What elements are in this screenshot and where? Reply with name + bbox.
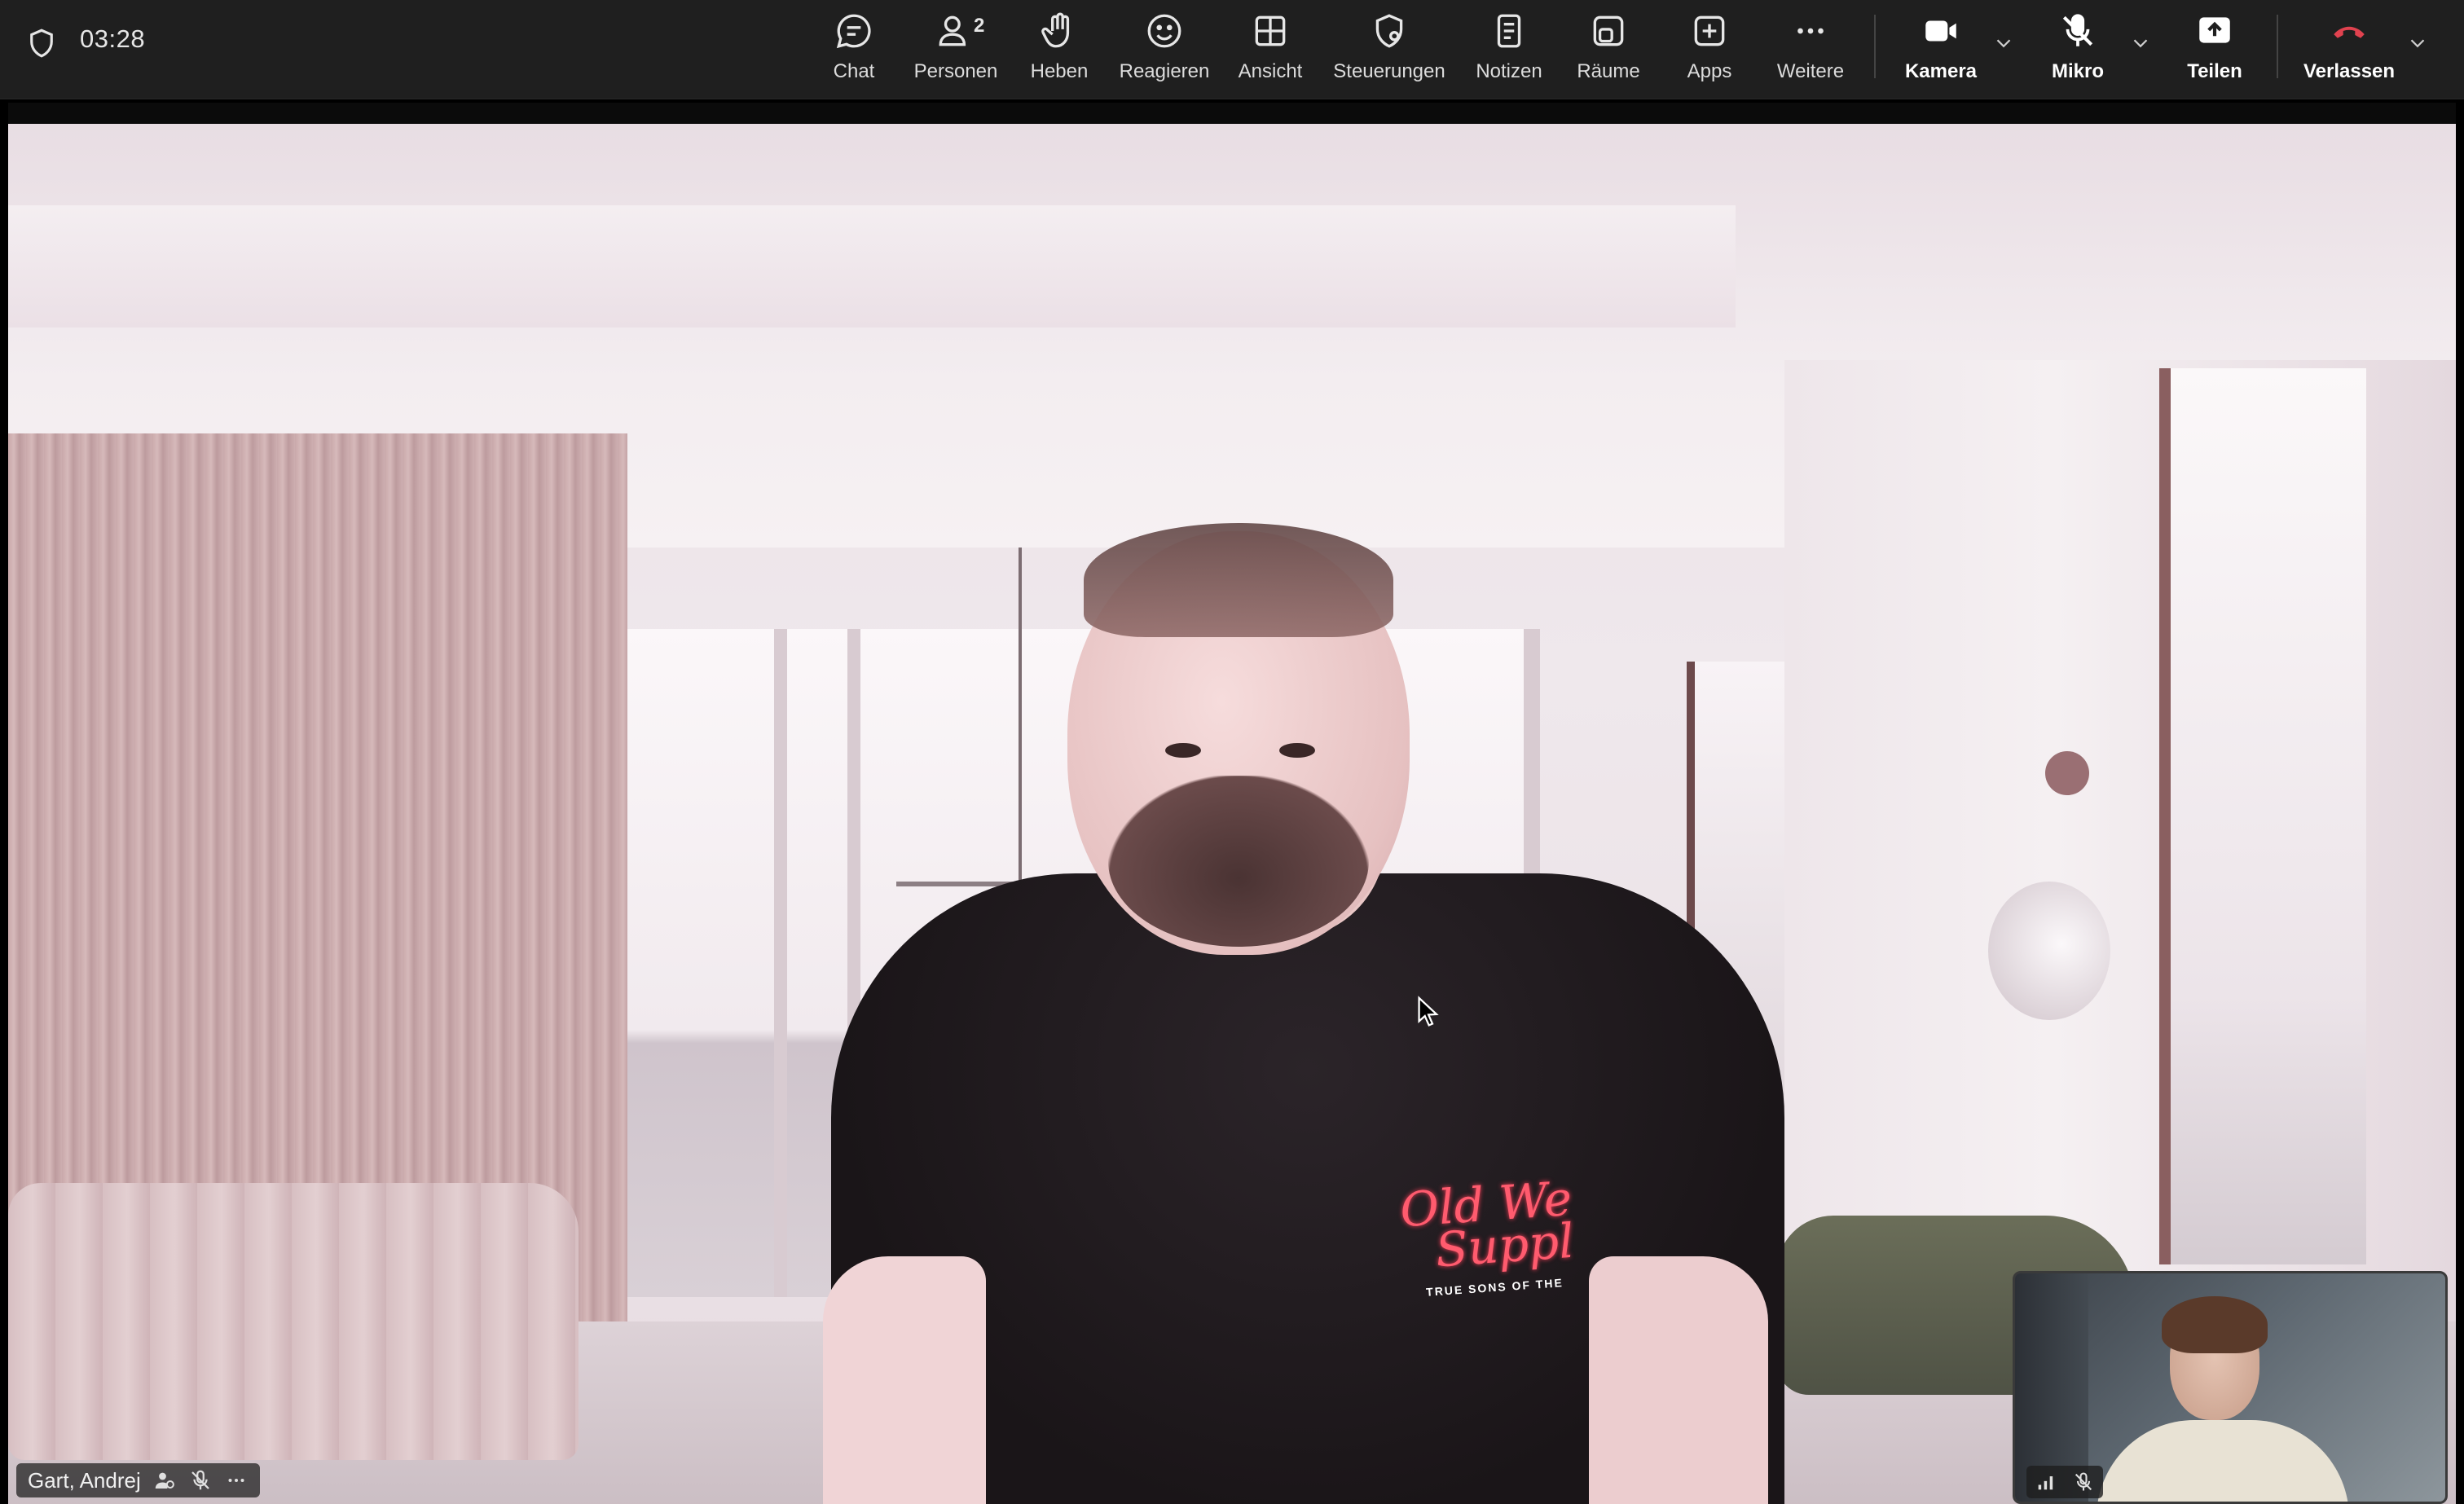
shield-icon[interactable] [24,26,59,60]
raise-hand-label: Heben [1030,60,1089,82]
self-view-video[interactable] [2013,1271,2448,1504]
mic-off-icon [2075,1472,2092,1491]
react-button[interactable]: Reagieren [1116,5,1212,95]
grid-icon [1255,15,1286,46]
meeting-timer: 03:28 [80,24,146,53]
meeting-toolbar: 03:28 Chat 2 Personen Heben Reagieren An… [0,0,2464,99]
leave-button[interactable]: Verlassen [2296,5,2402,95]
self-view-hair [2162,1296,2268,1353]
controls-button[interactable]: Steuerungen [1328,5,1450,95]
notes-button[interactable]: Notizen [1472,5,1547,95]
camera-button[interactable]: Kamera [1900,5,1982,95]
share-icon [2199,17,2230,43]
raise-hand-button[interactable]: Heben [1025,5,1093,95]
mouse-cursor-icon [1418,996,1439,1027]
participant-hair [1084,523,1393,637]
background-mirror [1988,882,2110,1020]
leave-label: Verlassen [2303,60,2396,82]
participant-arm [1589,1256,1768,1504]
chevron-down-icon [2133,39,2148,48]
people-label: Personen [913,60,998,82]
shirt-logo: Old We Suppl [1398,1171,1577,1278]
people-icon [939,15,966,46]
more-icon[interactable] [224,1468,249,1493]
camera-options-chevron[interactable] [1991,31,2016,55]
toolbar-divider [1874,15,1876,78]
window-mullion [774,629,787,1297]
mic-off-icon [2062,14,2093,46]
camera-label: Kamera [1904,60,1978,82]
participant-eye [1165,743,1201,758]
people-button[interactable]: 2 Personen [911,5,1001,95]
self-view-body [2097,1420,2349,1502]
background-right-window [2159,368,2366,1264]
participant-video: Old We Suppl TRUE SONS OF THE [807,401,1825,1504]
mic-options-chevron[interactable] [2128,31,2153,55]
presenter-icon [155,1472,174,1489]
background-wall-knob [2045,751,2089,795]
apps-button[interactable]: Apps [1677,5,1742,95]
rooms-button[interactable]: Räume [1573,5,1644,95]
mic-button[interactable]: Mikro [2037,5,2119,95]
participant-name: Gart, Andrej [28,1467,141,1493]
signal-bars-icon[interactable] [2035,1471,2057,1493]
participant-arm [823,1256,986,1504]
leave-options-chevron[interactable] [2405,31,2430,55]
phone-hangup-icon [2334,26,2365,38]
background-sofa [8,1183,579,1460]
more-icon [1797,28,1824,34]
apps-label: Apps [1687,60,1732,82]
view-label: Ansicht [1238,60,1303,82]
view-button[interactable]: Ansicht [1234,5,1307,95]
hand-icon [1041,12,1070,48]
notes-icon [1497,14,1521,48]
controls-label: Steuerungen [1333,60,1445,82]
rooms-icon [1593,15,1624,46]
notes-label: Notizen [1476,60,1542,82]
chat-label: Chat [833,60,875,82]
participant-eye [1279,743,1315,758]
people-count: 2 [974,15,985,37]
more-button[interactable]: Weitere [1771,5,1850,95]
self-view-status [2026,1466,2103,1498]
shield-gear-icon [1375,14,1403,48]
chat-button[interactable]: Chat [821,5,887,95]
participant-beard [1108,776,1369,947]
rooms-label: Räume [1577,60,1640,82]
video-top-strip [8,103,2456,124]
share-label: Teilen [2187,60,2242,82]
plus-square-icon [1694,15,1725,46]
chevron-down-icon [1996,39,2011,48]
share-button[interactable]: Teilen [2174,5,2255,95]
background-beam [8,205,1736,328]
mic-off-icon [191,1470,209,1490]
more-label: Weitere [1776,60,1845,82]
react-label: Reagieren [1119,60,1210,82]
mic-label: Mikro [2051,60,2104,82]
participant-name-tag[interactable]: Gart, Andrej [16,1463,260,1497]
toolbar-divider [2277,15,2278,78]
chat-icon [836,14,871,49]
camera-icon [1925,20,1956,42]
smiley-icon [1147,14,1181,48]
chevron-down-icon [2410,39,2425,48]
